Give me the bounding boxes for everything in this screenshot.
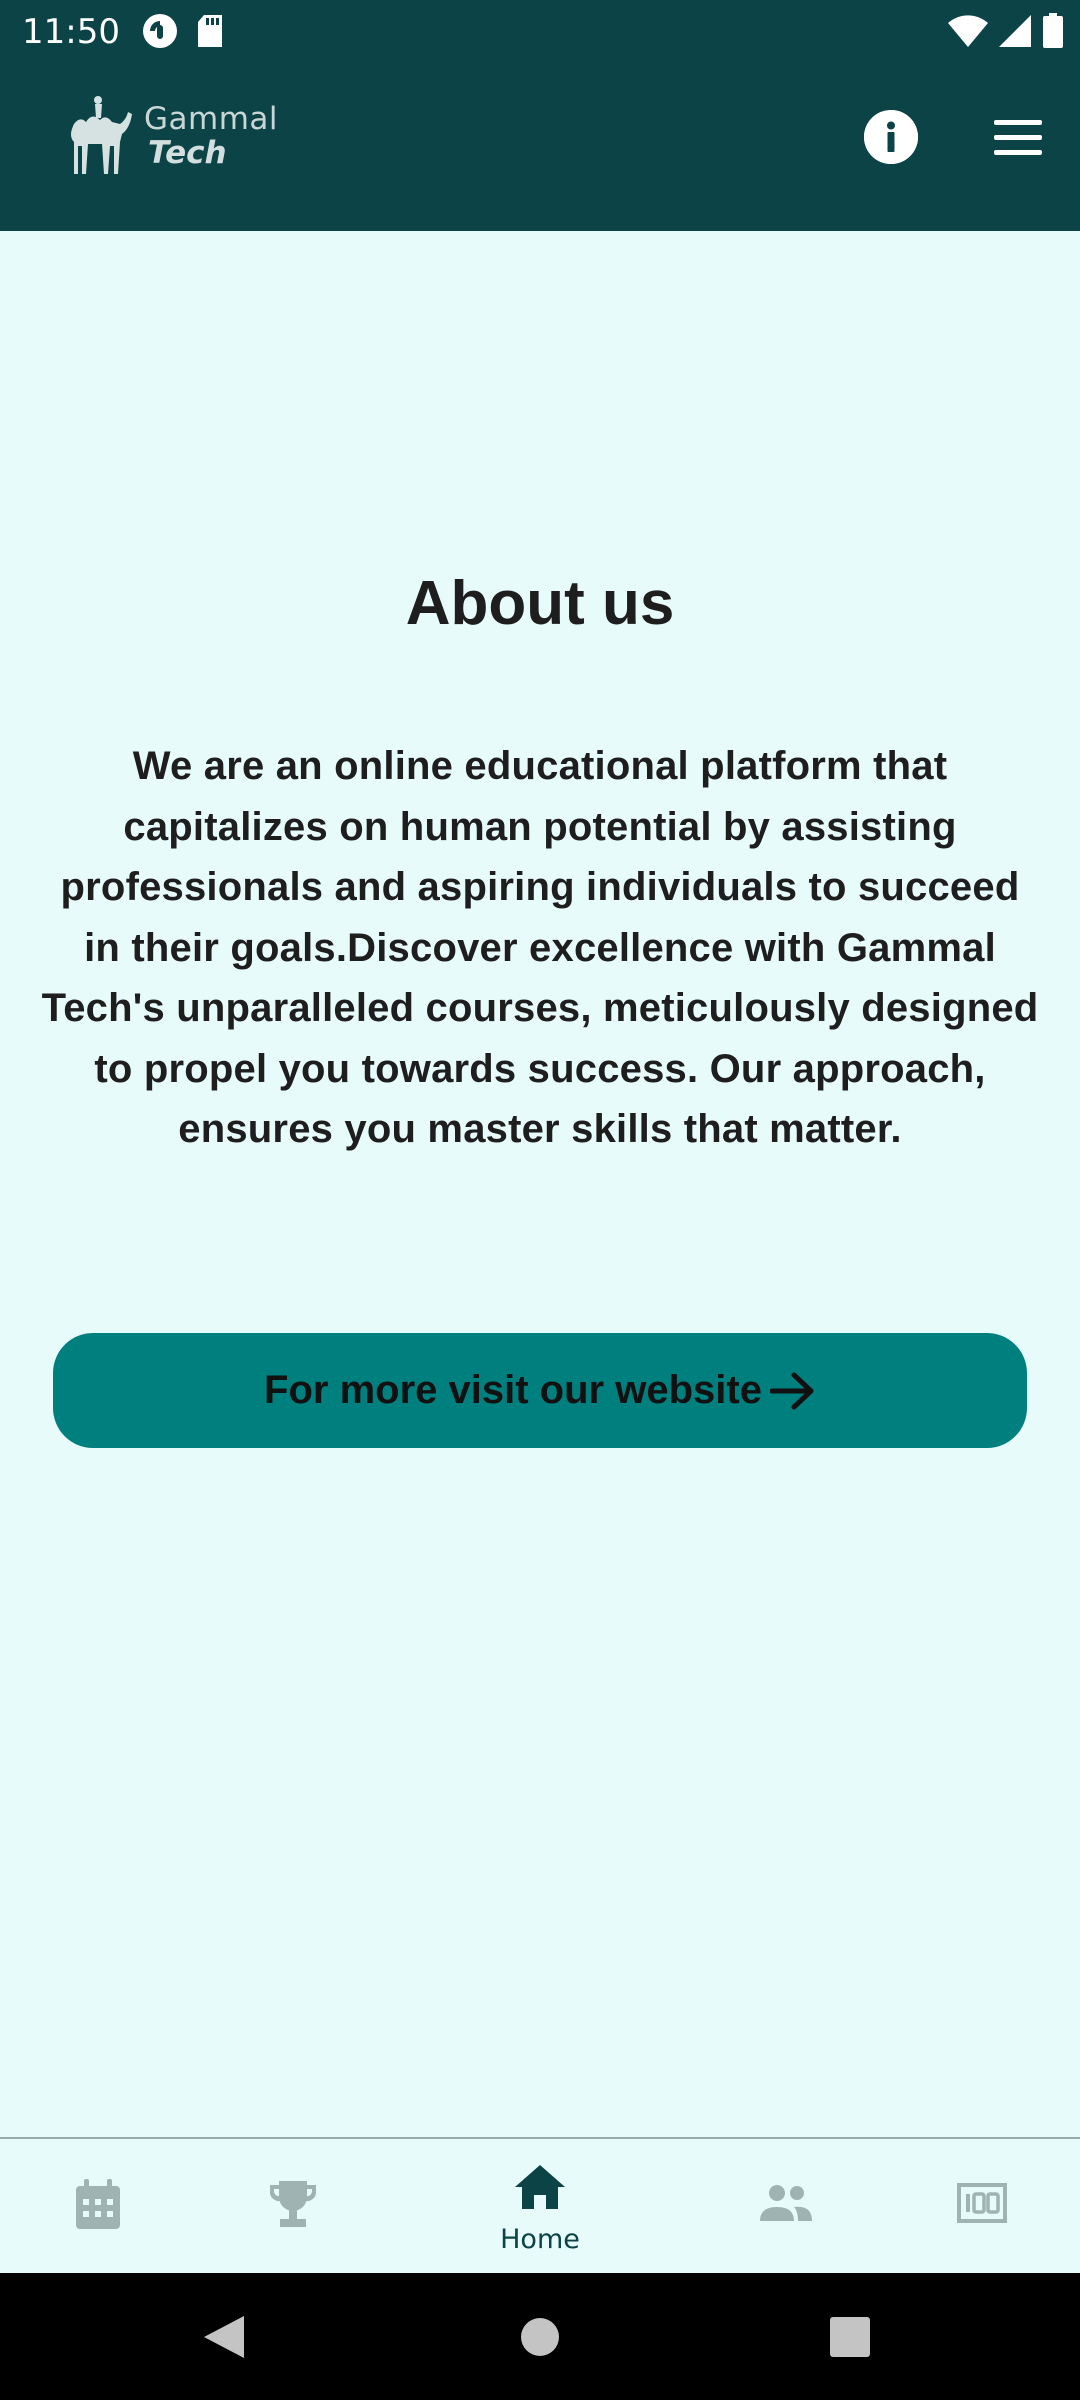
wifi-icon (948, 15, 988, 47)
nav-calendar[interactable] (0, 2139, 196, 2273)
system-nav-bar (0, 2273, 1080, 2400)
people-icon (760, 2185, 812, 2221)
nav-home[interactable]: Home (440, 2139, 640, 2273)
home-circle-icon[interactable] (519, 2316, 561, 2358)
logo-text: Gammal Tech (144, 100, 279, 171)
back-icon[interactable] (202, 2314, 246, 2360)
menu-button[interactable] (990, 114, 1046, 160)
nav-trophy[interactable] (196, 2139, 392, 2273)
recents-icon[interactable] (829, 2316, 871, 2358)
signal-icon (999, 15, 1031, 47)
about-description: We are an online educational platform th… (41, 744, 1039, 1151)
nav-home-label: Home (500, 2224, 580, 2255)
app-header: Gammal Tech (0, 62, 1080, 231)
app-logo[interactable]: Gammal Tech (66, 94, 278, 178)
pocket-casts-icon (143, 14, 177, 48)
nav-people[interactable] (688, 2139, 884, 2273)
score-100-icon (957, 2183, 1007, 2223)
info-icon (864, 110, 918, 164)
visit-website-label: For more visit our website (264, 1368, 762, 1412)
calendar-icon (76, 2179, 120, 2229)
trophy-icon (269, 2181, 317, 2227)
arrow-right-icon (769, 1372, 814, 1409)
status-time: 11:50 (22, 12, 120, 52)
bottom-nav: Home (0, 2137, 1080, 2273)
logo-gammal: Gammal (144, 100, 279, 137)
visit-website-button[interactable]: For more visit our website (53, 1333, 1027, 1448)
logo-tech: Tech (148, 134, 227, 171)
sd-card-icon (198, 15, 222, 47)
home-icon (515, 2165, 565, 2209)
battery-icon (1043, 13, 1063, 48)
camel-rider-icon (71, 96, 132, 174)
nav-score[interactable] (884, 2139, 1080, 2273)
status-right-icons (948, 13, 1064, 49)
info-button[interactable] (864, 110, 918, 164)
status-left-icons (142, 13, 224, 49)
hamburger-menu-icon (994, 120, 1042, 125)
page-title: About us (405, 569, 675, 638)
status-bar: 11:50 (0, 0, 1080, 62)
